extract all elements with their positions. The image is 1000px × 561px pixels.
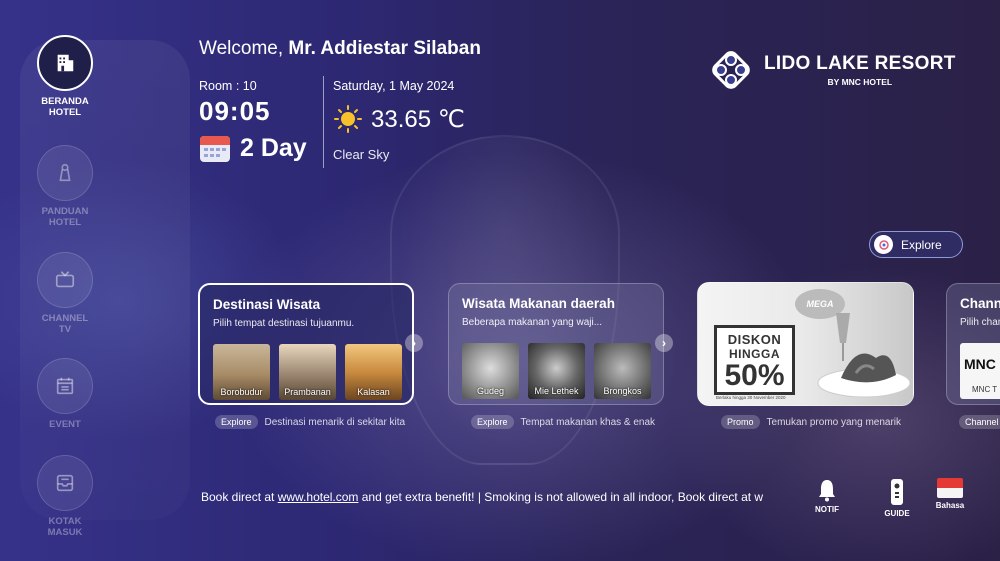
inbox-icon bbox=[56, 474, 74, 492]
guest-name: Mr. Addiestar Silaban bbox=[288, 38, 481, 59]
chevron-right-icon: › bbox=[412, 336, 416, 350]
hotel-website-link[interactable]: www.hotel.com bbox=[278, 490, 359, 504]
card-next-arrow[interactable]: › bbox=[405, 334, 423, 352]
sun-icon bbox=[334, 105, 362, 133]
explore-logo-icon bbox=[878, 239, 889, 250]
thumb-mie-lethek[interactable]: Mie Lethek bbox=[528, 343, 585, 399]
card-channel[interactable]: Chann Pilih chan MNC MNC T bbox=[946, 283, 1000, 405]
sidebar: BERANDA HOTEL PANDUAN HOTEL CHANNEL TV EVEN… bbox=[0, 0, 130, 561]
calendar-icon bbox=[200, 136, 230, 162]
card-destinasi-wisata[interactable]: Destinasi Wisata Pilih tempat destinasi … bbox=[198, 283, 414, 405]
remote-icon bbox=[891, 479, 903, 505]
door-hanger-icon bbox=[59, 163, 71, 182]
card-wisata-makanan[interactable]: Wisata Makanan daerah Beberapa makanan y… bbox=[448, 283, 664, 405]
bell-icon bbox=[819, 480, 835, 502]
guide-button[interactable]: GUIDE bbox=[877, 478, 917, 518]
room-number: Room : 10 bbox=[199, 79, 257, 93]
caption-channel: Channel bbox=[959, 415, 1000, 429]
thumb-mnc-tv[interactable]: MNC MNC T bbox=[960, 343, 1000, 399]
sidebar-item-panduan-hotel[interactable]: PANDUAN HOTEL bbox=[20, 145, 110, 228]
thumb-brongkos[interactable]: Brongkos bbox=[594, 343, 651, 399]
chevron-right-icon: › bbox=[662, 336, 666, 350]
sidebar-item-kotak-masuk[interactable]: KOTAK MASUK bbox=[20, 455, 110, 538]
promo-discount-box: DISKON HINGGA 50% bbox=[714, 325, 795, 395]
caption-makanan: Explore Tempat makanan khas & enak bbox=[471, 415, 655, 429]
clock: 09:05 bbox=[199, 96, 271, 126]
hotel-logo: LIDO LAKE RESORT BY MNC HOTEL bbox=[708, 47, 956, 93]
weather: 33.65 ℃ bbox=[333, 104, 465, 134]
indonesia-flag-icon bbox=[937, 478, 963, 498]
promo-food-image bbox=[817, 313, 911, 398]
thumb-borobudur[interactable]: Borobudur bbox=[213, 344, 270, 400]
thumb-gudeg[interactable]: Gudeg bbox=[462, 343, 519, 399]
caption-destinasi: Explore Destinasi menarik di sekitar kit… bbox=[215, 415, 405, 429]
logo-emblem-icon bbox=[712, 51, 750, 89]
card-next-arrow[interactable]: › bbox=[655, 334, 673, 352]
header-divider bbox=[323, 76, 324, 168]
temperature: 33.65 ℃ bbox=[371, 105, 465, 133]
thumb-prambanan[interactable]: Prambanan bbox=[279, 344, 336, 400]
welcome-message: Welcome, Mr. Addiestar Silaban bbox=[199, 38, 481, 59]
language-button[interactable]: Bahasa bbox=[930, 478, 970, 510]
sky-condition: Clear Sky bbox=[333, 147, 390, 162]
sidebar-item-beranda-hotel[interactable]: BERANDA HOTEL bbox=[20, 35, 110, 118]
card-promo[interactable]: MEGA DISKON HINGGA 50% Berlaku hingga 30… bbox=[697, 282, 914, 406]
announcement-ticker: Book direct at www.hotel.com and get ext… bbox=[201, 490, 764, 504]
current-date: Saturday, 1 May 2024 bbox=[333, 79, 455, 93]
hotel-icon bbox=[57, 54, 74, 72]
sidebar-item-event[interactable]: EVENT bbox=[20, 358, 110, 430]
calendar-icon bbox=[56, 377, 74, 395]
notif-button[interactable]: NOTIF bbox=[807, 478, 847, 514]
sidebar-item-channel-tv[interactable]: CHANNEL TV bbox=[20, 252, 110, 335]
caption-promo: Promo Temukan promo yang menarik bbox=[721, 415, 901, 429]
thumb-kalasan[interactable]: Kalasan bbox=[345, 344, 402, 400]
explore-button[interactable]: Explore bbox=[869, 231, 963, 258]
tv-icon bbox=[55, 271, 75, 288]
stay-duration: 2 Day bbox=[199, 133, 307, 163]
